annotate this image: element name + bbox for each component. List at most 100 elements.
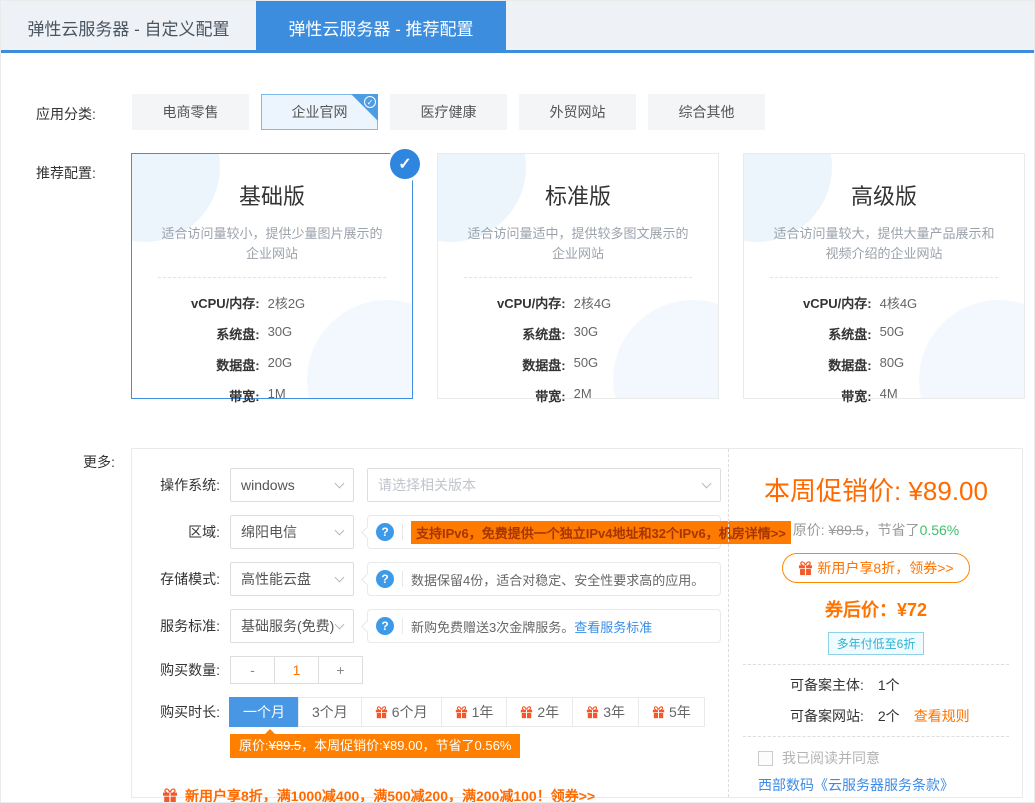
chevron-down-icon bbox=[335, 620, 345, 630]
plan-card-premium[interactable]: 高级版 适合访问量较大，提供大量产品展示和视频介绍的企业网站 vCPU/内存:4… bbox=[743, 153, 1025, 399]
duration-1month[interactable]: 一个月 bbox=[229, 697, 299, 727]
record-subject-value: 1个 bbox=[878, 677, 900, 693]
after-coupon-price: 券后价：¥72 bbox=[729, 596, 1023, 622]
category-medical-button[interactable]: 医疗健康 bbox=[390, 94, 507, 130]
service-select[interactable]: 基础服务(免费) bbox=[230, 609, 354, 643]
os-select[interactable]: windows bbox=[230, 468, 354, 502]
quantity-value[interactable]: 1 bbox=[274, 656, 319, 684]
gift-icon bbox=[520, 706, 533, 719]
duration-option-label: 3年 bbox=[603, 702, 625, 722]
storage-tip-text: 数据保留4份，适合对稳定、安全性要求高的应用。 bbox=[411, 570, 704, 589]
plan-card-basic[interactable]: ✓ 基础版 适合访问量较小，提供少量图片展示的企业网站 vCPU/内存:2核2G… bbox=[131, 153, 413, 399]
duration-option-label: 6个月 bbox=[392, 702, 428, 722]
category-ecommerce-button[interactable]: 电商零售 bbox=[132, 94, 249, 130]
duration-5years[interactable]: 5年 bbox=[638, 697, 705, 727]
os-version-placeholder: 请选择相关版本 bbox=[378, 475, 476, 495]
spec-value: 2核2G bbox=[264, 293, 412, 312]
plan-card-group: ✓ 基础版 适合访问量较小，提供少量图片展示的企业网站 vCPU/内存:2核2G… bbox=[131, 153, 1025, 399]
region-label: 区域: bbox=[132, 522, 220, 542]
category-button-group: 电商零售 企业官网 ✓ 医疗健康 外贸网站 综合其他 bbox=[132, 94, 765, 130]
spec-label: vCPU/内存: bbox=[438, 293, 570, 312]
plan-card-standard[interactable]: 标准版 适合访问量适中，提供较多图文展示的企业网站 vCPU/内存:2核4G 系… bbox=[437, 153, 719, 399]
quantity-minus-button[interactable]: - bbox=[230, 656, 275, 684]
more-label: 更多: bbox=[83, 452, 115, 472]
view-rules-link[interactable]: 查看规则 bbox=[914, 708, 970, 724]
quantity-stepper: - 1 + bbox=[230, 656, 363, 684]
region-select[interactable]: 绵阳电信 bbox=[230, 515, 354, 549]
callout-detail: ，本周促销价:¥89.00，节省了0.56% bbox=[301, 738, 511, 753]
terms-link[interactable]: 西部数码《云服务器服务条款》 bbox=[729, 775, 1023, 795]
divider bbox=[743, 736, 1009, 737]
spec-value: 50G bbox=[570, 355, 718, 374]
service-standard-link[interactable]: 查看服务标准 bbox=[574, 617, 652, 636]
duration-1year[interactable]: 1年 bbox=[441, 697, 508, 727]
duration-options: 一个月 3个月 6个月 1年 2年 bbox=[230, 697, 705, 727]
original-price-label: 原价: bbox=[793, 522, 829, 538]
duration-row: 购买时长: 一个月 3个月 6个月 1年 2年 bbox=[132, 697, 728, 727]
duration-option-label: 2年 bbox=[537, 702, 559, 722]
after-coupon-label: 券后价： bbox=[825, 600, 897, 620]
record-site-row: 可备案网站:2个查看规则 bbox=[729, 705, 1023, 727]
gift-icon bbox=[652, 706, 665, 719]
tab-bar: 弹性云服务器 - 自定义配置 弹性云服务器 - 推荐配置 bbox=[1, 1, 1034, 53]
tab-recommended-config[interactable]: 弹性云服务器 - 推荐配置 bbox=[256, 1, 506, 53]
os-select-value: windows bbox=[241, 477, 295, 493]
category-label: 应用分类: bbox=[36, 104, 96, 124]
chevron-down-icon bbox=[335, 526, 345, 536]
storage-row: 存储模式: 高性能云盘 ? 数据保留4份，适合对稳定、安全性要求高的应用。 bbox=[132, 562, 728, 596]
divider bbox=[158, 277, 386, 278]
spec-value: 4M bbox=[876, 386, 1024, 405]
spec-value: 30G bbox=[264, 324, 412, 343]
service-select-value: 基础服务(免费) bbox=[241, 616, 334, 636]
duration-2years[interactable]: 2年 bbox=[506, 697, 573, 727]
plan-specs: vCPU/内存:2核4G 系统盘:30G 数据盘:50G 带宽:2M bbox=[438, 293, 718, 405]
category-trade-button[interactable]: 外贸网站 bbox=[519, 94, 636, 130]
plan-title: 标准版 bbox=[438, 179, 718, 211]
region-tip-bubble: ? 支持IPv6，免费提供一个独立IPv4地址和32个IPv6，机房详情>> bbox=[367, 515, 721, 549]
agree-checkbox[interactable] bbox=[758, 751, 773, 766]
storage-select-value: 高性能云盘 bbox=[241, 569, 311, 589]
category-other-button[interactable]: 综合其他 bbox=[648, 94, 765, 130]
quantity-row: 购买数量: - 1 + bbox=[132, 656, 728, 684]
divider bbox=[402, 571, 403, 587]
check-icon: ✓ bbox=[364, 96, 376, 108]
plan-description: 适合访问量较大，提供大量产品展示和视频介绍的企业网站 bbox=[772, 224, 996, 264]
spec-label: vCPU/内存: bbox=[132, 293, 264, 312]
plan-title: 高级版 bbox=[744, 179, 1024, 211]
help-icon[interactable]: ? bbox=[376, 570, 394, 588]
save-label: ，节省了 bbox=[864, 522, 920, 538]
quantity-plus-button[interactable]: + bbox=[318, 656, 363, 684]
spec-label: 系统盘: bbox=[744, 324, 876, 343]
coupon-button-label: 新用户享8折，领券>> bbox=[817, 558, 953, 578]
os-version-select[interactable]: 请选择相关版本 bbox=[367, 468, 721, 502]
coupon-button[interactable]: 新用户享8折，领券>> bbox=[782, 553, 969, 583]
spec-label: 带宽: bbox=[744, 386, 876, 405]
spec-label: 系统盘: bbox=[132, 324, 264, 343]
selected-check-icon: ✓ bbox=[390, 149, 420, 179]
storage-select[interactable]: 高性能云盘 bbox=[230, 562, 354, 596]
record-site-value: 2个 bbox=[878, 708, 900, 724]
new-user-promo-link[interactable]: 新用户享8折，满1000减400，满500减200，满200减100！领券>> bbox=[162, 786, 728, 803]
chevron-down-icon bbox=[702, 479, 712, 489]
help-icon[interactable]: ? bbox=[376, 523, 394, 541]
divider bbox=[743, 664, 1009, 665]
region-row: 区域: 绵阳电信 ? 支持IPv6，免费提供一个独立IPv4地址和32个IPv6… bbox=[132, 515, 728, 549]
promo-text: 新用户享8折，满1000减400，满500减200，满200减100！领券>> bbox=[185, 786, 595, 803]
chevron-down-icon bbox=[335, 479, 345, 489]
duration-3years[interactable]: 3年 bbox=[572, 697, 639, 727]
agree-text: 我已阅读并同意 bbox=[782, 748, 880, 768]
record-subject-row: 可备案主体:1个 bbox=[729, 674, 1023, 696]
duration-3months[interactable]: 3个月 bbox=[298, 697, 362, 727]
plans-label: 推荐配置: bbox=[36, 163, 96, 183]
gift-icon bbox=[162, 788, 178, 803]
help-icon[interactable]: ? bbox=[376, 617, 394, 635]
tab-custom-config[interactable]: 弹性云服务器 - 自定义配置 bbox=[1, 1, 256, 53]
category-enterprise-button[interactable]: 企业官网 ✓ bbox=[261, 94, 378, 130]
storage-label: 存储模式: bbox=[132, 569, 220, 589]
spec-value: 50G bbox=[876, 324, 1024, 343]
divider bbox=[402, 524, 403, 540]
duration-6months[interactable]: 6个月 bbox=[361, 697, 442, 727]
plan-specs: vCPU/内存:2核2G 系统盘:30G 数据盘:20G 带宽:1M bbox=[132, 293, 412, 405]
spec-label: 系统盘: bbox=[438, 324, 570, 343]
selected-corner-badge: ✓ bbox=[351, 94, 378, 121]
